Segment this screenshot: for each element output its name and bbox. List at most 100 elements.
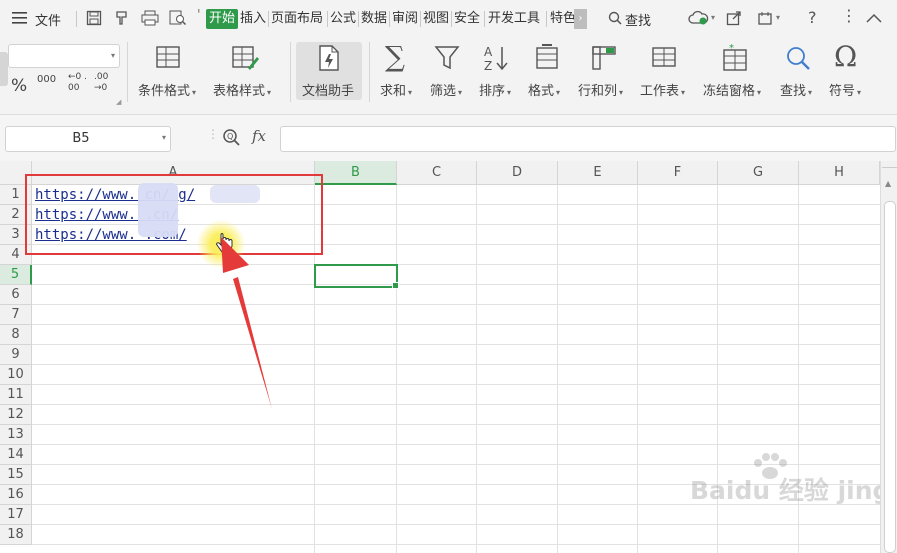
percent-style-button[interactable]: % (11, 76, 27, 96)
row-header-17[interactable]: 17 (0, 505, 32, 525)
insert-function-button[interactable]: fx (252, 127, 266, 145)
column-header-h[interactable]: H (799, 161, 880, 185)
symbol-label: 符号 (829, 84, 856, 99)
tab-scroll-right-icon[interactable]: › (574, 9, 587, 29)
thousands-separator-button[interactable]: 000 (37, 74, 56, 85)
formula-bar: B5 ▾ ⋮ Q fx (0, 115, 897, 161)
row-header-5[interactable]: 5 (0, 265, 32, 285)
more-options-icon[interactable]: ⋮ (841, 6, 857, 25)
number-format-dropdown[interactable]: ▾ (8, 44, 120, 68)
column-header-c[interactable]: C (397, 161, 477, 185)
split-handle[interactable] (882, 161, 897, 168)
chevron-down-icon: ▾ (110, 51, 115, 60)
tab-security[interactable]: 安全 (454, 9, 480, 29)
cloud-dropdown-icon[interactable]: ▾ (711, 13, 715, 22)
spreadsheet-grid[interactable]: A B C D E F G H 1 2 3 4 5 6 7 8 9 10 11 … (0, 161, 880, 553)
conditional-format-icon (156, 46, 180, 68)
ribbon: ▾ % 000 ←0 .00 .00 →0 ◢ 条件格式 ▾ 表格样式 ▾ 文档助手… (0, 36, 897, 115)
row-header-8[interactable]: 8 (0, 325, 32, 345)
freeze-panes-icon: * (723, 44, 747, 71)
sort-button[interactable]: 排序 ▾ (479, 80, 511, 99)
row-header-6[interactable]: 6 (0, 285, 32, 305)
format-icon (536, 44, 558, 69)
row-header-10[interactable]: 10 (0, 365, 32, 385)
help-icon[interactable]: ? (808, 8, 817, 27)
conditional-format-label: 条件格式 (138, 84, 191, 99)
search-command[interactable]: 查找 (625, 10, 651, 29)
save-icon[interactable] (86, 10, 102, 26)
print-preview-icon[interactable] (169, 10, 187, 26)
svg-text:Q: Q (227, 132, 233, 141)
worksheet-label: 工作表 (640, 84, 680, 99)
menu-bar: 文件 ' 开始 插入 页面布局 公式 数据 审阅 视图 安全 开发工具 特色 ›… (0, 0, 897, 36)
row-header-11[interactable]: 11 (0, 385, 32, 405)
worksheet-button[interactable]: 工作表 ▾ (640, 80, 685, 99)
watermark-text: Baidu 经验 jingyan.baidu.com (690, 476, 880, 505)
tab-data[interactable]: 数据 (361, 9, 387, 29)
format-label: 格式 (528, 84, 555, 99)
formula-input[interactable] (280, 126, 896, 152)
tab-view[interactable]: 视图 (423, 9, 449, 29)
number-format-dialog-launcher[interactable]: ◢ (116, 98, 121, 106)
zoom-cell-icon[interactable]: Q (222, 128, 242, 148)
doc-assistant-button[interactable]: 文档助手 (302, 80, 354, 99)
column-header-f[interactable]: F (638, 161, 718, 185)
cell-reference: B5 (72, 131, 90, 146)
print-icon[interactable] (141, 10, 159, 26)
find-button[interactable]: 查找 ▾ (780, 80, 812, 99)
column-header-b[interactable]: B (315, 161, 397, 185)
decrease-decimal-button[interactable]: .00 →0 (94, 72, 118, 94)
chevron-down-icon: ▾ (161, 133, 166, 142)
search-icon (608, 11, 622, 25)
tab-features[interactable]: 特色 (550, 9, 574, 29)
increase-decimal-button[interactable]: ←0 .00 (68, 72, 90, 94)
share-icon[interactable] (726, 10, 742, 26)
filter-button[interactable]: 筛选 ▾ (430, 80, 462, 99)
table-style-label: 表格样式 (213, 84, 266, 99)
format-button[interactable]: 格式 ▾ (528, 80, 560, 99)
collaborate-dropdown-icon[interactable]: ▾ (776, 13, 780, 22)
row-header-16[interactable]: 16 (0, 485, 32, 505)
row-header-12[interactable]: 12 (0, 405, 32, 425)
collapse-ribbon-icon[interactable] (866, 13, 882, 23)
row-header-13[interactable]: 13 (0, 425, 32, 445)
vertical-scrollbar[interactable]: ▲ (880, 161, 897, 553)
column-header-g[interactable]: G (718, 161, 799, 185)
menu-icon[interactable] (12, 12, 28, 24)
sum-button[interactable]: 求和 ▾ (380, 80, 412, 99)
tab-review[interactable]: 审阅 (392, 9, 418, 29)
file-menu[interactable]: 文件 (35, 10, 61, 29)
find-label: 查找 (780, 84, 807, 99)
tab-formulas[interactable]: 公式 (330, 9, 356, 29)
format-painter-icon[interactable] (114, 10, 130, 26)
tab-home[interactable]: 开始 (206, 9, 239, 29)
freeze-panes-button[interactable]: 冻结窗格 ▾ (703, 80, 761, 99)
symbol-button[interactable]: 符号 ▾ (829, 80, 861, 99)
rows-columns-label: 行和列 (578, 84, 618, 99)
tab-developer[interactable]: 开发工具 (488, 9, 540, 29)
fill-handle[interactable] (392, 282, 399, 289)
collaborate-icon[interactable] (757, 10, 775, 26)
tab-insert[interactable]: 插入 (240, 9, 266, 29)
name-box-splitter[interactable]: ⋮ (207, 127, 219, 141)
scroll-up-icon[interactable]: ▲ (885, 179, 891, 188)
scrollbar-thumb[interactable] (884, 201, 896, 553)
rows-columns-button[interactable]: 行和列 ▾ (578, 80, 623, 99)
ribbon-scroll-left[interactable] (0, 52, 8, 86)
annotation-arrow (221, 237, 272, 409)
worksheet-icon (652, 47, 676, 67)
table-style-button[interactable]: 表格样式 ▾ (213, 80, 271, 99)
conditional-format-button[interactable]: 条件格式 ▾ (138, 80, 196, 99)
row-header-9[interactable]: 9 (0, 345, 32, 365)
name-box[interactable]: B5 ▾ (5, 126, 171, 152)
row-header-7[interactable]: 7 (0, 305, 32, 325)
cloud-sync-icon[interactable] (688, 10, 710, 26)
baidu-watermark: Baidu 经验 jingyan.baidu.com (690, 451, 880, 541)
row-header-15[interactable]: 15 (0, 465, 32, 485)
row-header-14[interactable]: 14 (0, 445, 32, 465)
tab-page-layout[interactable]: 页面布局 (271, 9, 323, 29)
active-cell-b5[interactable] (314, 264, 398, 288)
row-header-18[interactable]: 18 (0, 525, 32, 545)
column-header-e[interactable]: E (558, 161, 638, 185)
column-header-d[interactable]: D (477, 161, 558, 185)
